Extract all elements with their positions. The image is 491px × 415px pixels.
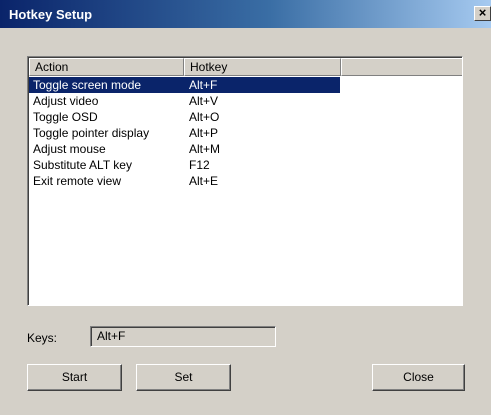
- hotkey-cell: Alt+O: [189, 110, 220, 124]
- hotkey-cell: Alt+P: [189, 126, 219, 140]
- action-cell: Substitute ALT key: [33, 158, 132, 172]
- list-item[interactable]: Adjust video Alt+V: [29, 93, 462, 109]
- hotkey-cell: Alt+F: [189, 78, 218, 92]
- hotkey-cell: Alt+V: [189, 94, 219, 108]
- hotkey-cell: Alt+E: [189, 174, 219, 188]
- column-header-hotkey[interactable]: Hotkey: [184, 58, 341, 76]
- action-cell: Toggle screen mode: [33, 78, 142, 92]
- list-rows: Toggle screen mode Alt+F Adjust video Al…: [29, 77, 462, 189]
- keys-field: Alt+F: [90, 326, 276, 347]
- start-button[interactable]: Start: [27, 364, 122, 391]
- window-title: Hotkey Setup: [9, 7, 93, 22]
- set-button[interactable]: Set: [136, 364, 231, 391]
- hotkey-cell: F12: [189, 158, 210, 172]
- hotkey-cell: Alt+M: [189, 142, 221, 156]
- title-bar[interactable]: Hotkey Setup ×: [0, 0, 491, 28]
- list-item[interactable]: Adjust mouse Alt+M: [29, 141, 462, 157]
- close-button[interactable]: Close: [372, 364, 465, 391]
- close-icon[interactable]: ×: [474, 6, 491, 21]
- action-cell: Toggle pointer display: [33, 126, 150, 140]
- column-header-empty: [341, 58, 462, 76]
- list-header: Action Hotkey: [29, 58, 462, 76]
- action-cell: Adjust video: [33, 94, 99, 108]
- column-header-action[interactable]: Action: [29, 58, 184, 76]
- action-cell: Toggle OSD: [33, 110, 98, 124]
- list-item[interactable]: Exit remote view Alt+E: [29, 173, 462, 189]
- hotkey-setup-dialog: Hotkey Setup × Action Hotkey Toggle scre…: [0, 0, 491, 415]
- keys-label: Keys:: [27, 331, 58, 345]
- list-item[interactable]: Toggle OSD Alt+O: [29, 109, 462, 125]
- action-cell: Exit remote view: [33, 174, 122, 188]
- list-item[interactable]: Substitute ALT key F12: [29, 157, 462, 173]
- action-cell: Adjust mouse: [33, 142, 106, 156]
- list-item[interactable]: Toggle pointer display Alt+P: [29, 125, 462, 141]
- list-item[interactable]: Toggle screen mode Alt+F: [29, 77, 340, 93]
- hotkey-list[interactable]: Action Hotkey Toggle screen mode Alt+F A…: [27, 56, 463, 306]
